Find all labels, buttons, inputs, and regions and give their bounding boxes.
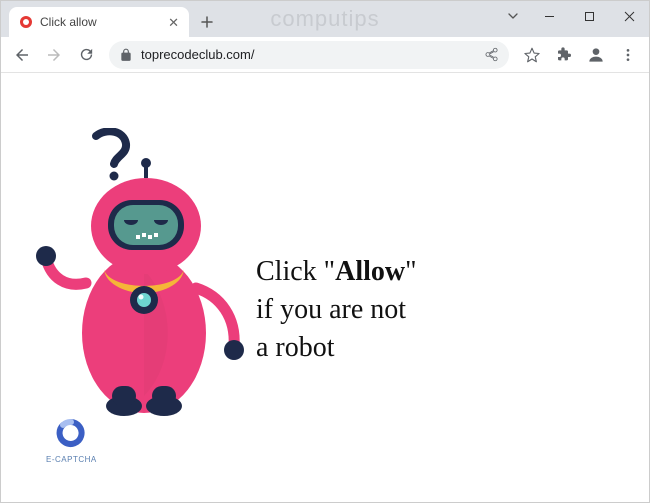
tab-title: Click allow [40,15,97,29]
captcha-icon [56,418,86,448]
window-titlebar: computips Click allow ✕ [1,1,649,37]
menu-button[interactable] [613,40,643,70]
back-button[interactable] [7,40,37,70]
page-content: Click "Allow" if you are not a robot E-C… [1,73,649,502]
profile-button[interactable] [581,40,611,70]
extensions-button[interactable] [549,40,579,70]
message-bold: Allow [335,256,405,287]
tab-strip: Click allow ✕ [1,1,221,37]
message-pre: Click " [256,256,335,287]
message-post: " [405,256,416,287]
minimize-button[interactable] [529,1,569,31]
browser-tab[interactable]: Click allow ✕ [9,7,189,37]
url-input[interactable] [141,47,476,62]
tab-favicon [19,15,33,29]
new-tab-button[interactable] [193,8,221,36]
share-icon[interactable] [484,47,499,62]
window-controls [497,1,649,31]
message-line-3: a robot [256,329,417,367]
bookmark-button[interactable] [517,40,547,70]
site-info-icon[interactable] [119,48,133,62]
message-line-1: Click "Allow" [256,253,417,291]
tab-search-button[interactable] [497,9,529,23]
captcha-badge: E-CAPTCHA [46,418,97,464]
message-line-2: if you are not [256,291,417,329]
maximize-button[interactable] [569,1,609,31]
browser-toolbar [1,37,649,73]
forward-button[interactable] [39,40,69,70]
captcha-label: E-CAPTCHA [46,455,97,464]
close-window-button[interactable] [609,1,649,31]
watermark-text: computips [270,6,379,32]
close-tab-icon[interactable]: ✕ [168,16,179,29]
reload-button[interactable] [71,40,101,70]
robot-illustration [36,128,256,408]
allow-message: Click "Allow" if you are not a robot [256,253,417,366]
address-bar[interactable] [109,41,509,69]
